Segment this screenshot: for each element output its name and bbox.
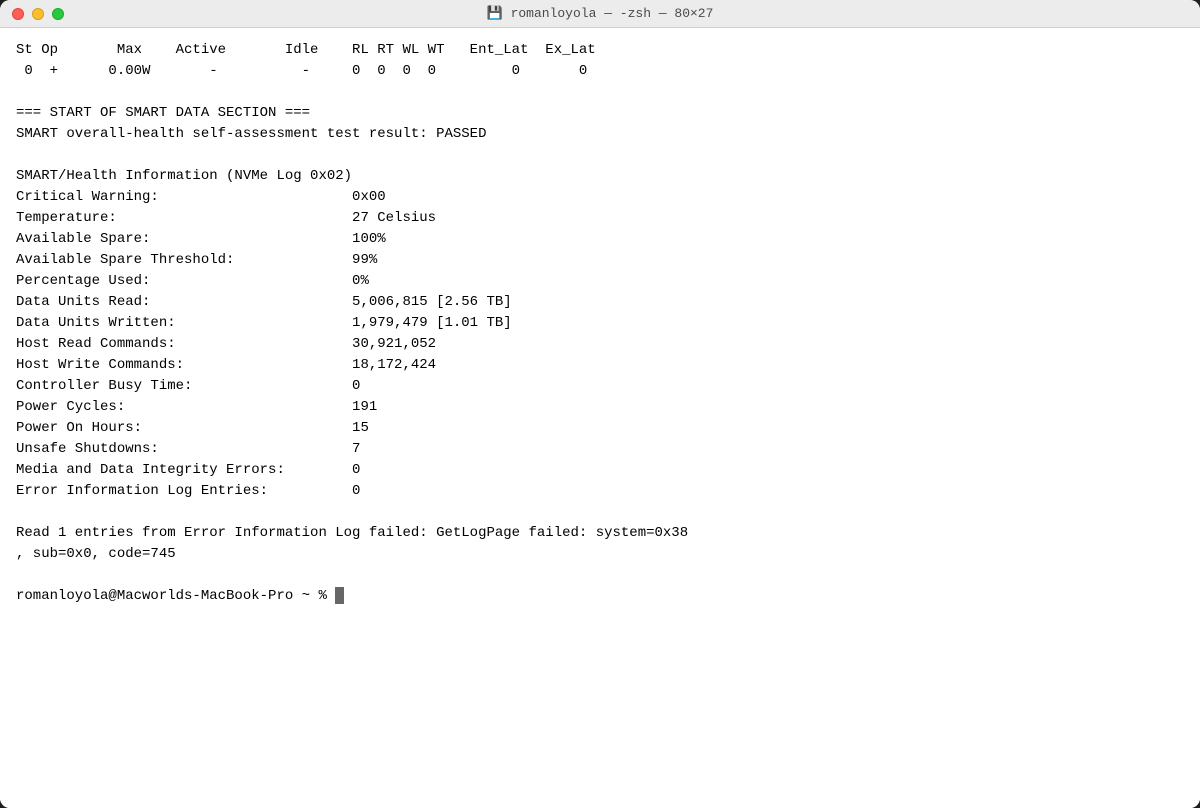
terminal-cursor — [335, 587, 344, 604]
minimize-button[interactable] — [32, 8, 44, 20]
maximize-button[interactable] — [52, 8, 64, 20]
titlebar: 💾 romanloyola — -zsh — 80×27 — [0, 0, 1200, 28]
terminal-window: 💾 romanloyola — -zsh — 80×27 St Op Max A… — [0, 0, 1200, 808]
window-title: 💾 romanloyola — -zsh — 80×27 — [487, 6, 714, 21]
close-button[interactable] — [12, 8, 24, 20]
terminal-content[interactable]: St Op Max Active Idle RL RT WL WT Ent_La… — [0, 28, 1200, 808]
traffic-lights — [12, 8, 64, 20]
